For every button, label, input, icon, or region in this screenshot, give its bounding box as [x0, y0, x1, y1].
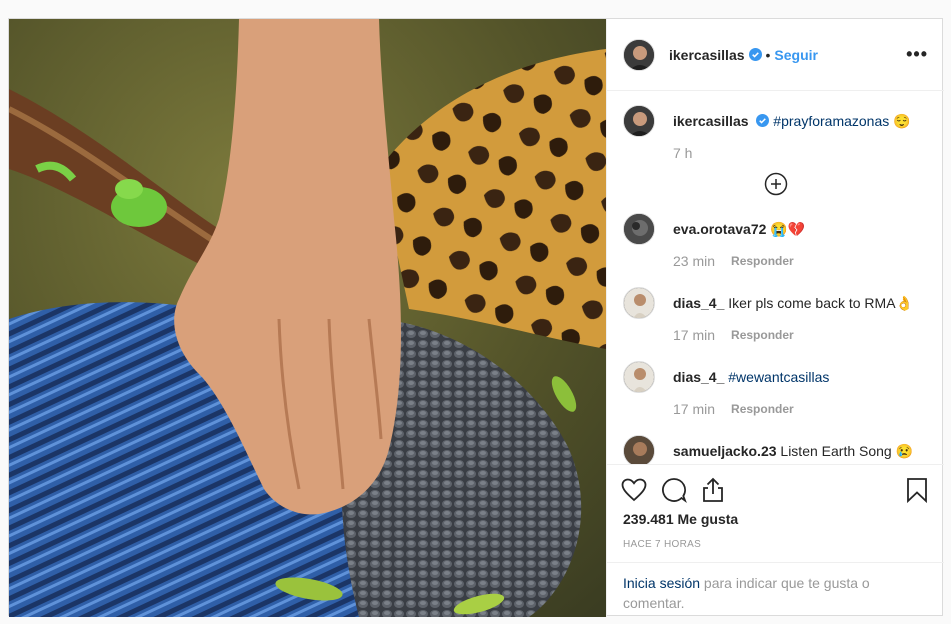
caption-meta: 7 h [673, 144, 928, 162]
comment-meta: 17 min Responder [673, 326, 928, 344]
comment-meta: 23 min Responder [673, 252, 928, 270]
bookmark-icon[interactable] [906, 477, 928, 503]
load-more-comments[interactable] [623, 172, 928, 196]
user-avatar-icon [624, 288, 654, 318]
comment-username[interactable]: samueljacko.23 [673, 443, 777, 459]
comments-list[interactable]: ikercasillas #prayforamazonas 😌 7 h eva.… [607, 91, 944, 464]
action-icons [621, 465, 928, 515]
follow-button[interactable]: Seguir [774, 47, 818, 63]
caption-text[interactable]: #prayforamazonas 😌 [773, 113, 910, 129]
instagram-post: ikercasillas • Seguir ••• ikercasillas #… [8, 18, 944, 617]
plus-circle-icon[interactable] [764, 172, 788, 196]
post-timestamp: HACE 7 HORAS [623, 539, 702, 550]
header-username[interactable]: ikercasillas [669, 47, 745, 63]
comment-text: 😭💔 [770, 221, 806, 237]
comment-meta: 17 min Responder [673, 400, 928, 418]
login-link[interactable]: Inicia sesión [623, 575, 700, 591]
post-actions: 239.481 Me gusta HACE 7 HORAS [607, 464, 944, 550]
reply-button[interactable]: Responder [731, 400, 794, 418]
comment-text: Iker pls come back to RMA👌 [728, 295, 913, 311]
comment-text: Listen Earth Song 😢 [780, 443, 914, 459]
likes-count[interactable]: 239.481 Me gusta [623, 511, 928, 527]
avatar[interactable] [623, 105, 655, 137]
comment-username[interactable]: eva.orotava72 [673, 221, 766, 237]
comment-icon[interactable] [661, 477, 687, 503]
user-avatar-icon [624, 106, 654, 136]
user-avatar-icon [624, 214, 654, 244]
post-header: ikercasillas • Seguir ••• [607, 19, 944, 91]
comment-username[interactable]: dias_4_ [673, 369, 724, 385]
verified-badge-icon [748, 48, 762, 61]
heart-icon[interactable] [621, 478, 647, 502]
comment-item: dias_4_ Iker pls come back to RMA👌 17 mi… [623, 287, 928, 344]
header-separator: • [765, 46, 771, 63]
post-side-panel: ikercasillas • Seguir ••• ikercasillas #… [606, 19, 944, 617]
user-avatar-icon [624, 436, 654, 464]
comment-item: samueljacko.23 Listen Earth Song 😢 [623, 435, 928, 464]
user-avatar-icon [624, 362, 654, 392]
login-prompt: Inicia sesión para indicar que te gusta … [607, 562, 944, 623]
comment-item: dias_4_ #wewantcasillas 17 min Responder [623, 361, 928, 418]
avatar[interactable] [623, 435, 655, 464]
comment-time: 23 min [673, 253, 716, 269]
verified-badge-icon [756, 114, 770, 127]
avatar[interactable] [623, 361, 655, 393]
caption-time: 7 h [673, 145, 693, 161]
caption: ikercasillas #prayforamazonas 😌 7 h [623, 105, 928, 162]
avatar[interactable] [623, 38, 655, 71]
post-illustration [9, 19, 606, 617]
comment-time: 17 min [673, 401, 716, 417]
comment-time: 17 min [673, 327, 716, 343]
user-avatar-icon [624, 39, 654, 70]
avatar[interactable] [623, 213, 655, 245]
comment-item: eva.orotava72 😭💔 23 min Responder [623, 213, 928, 270]
caption-username[interactable]: ikercasillas [673, 113, 749, 129]
avatar[interactable] [623, 287, 655, 319]
more-options-icon[interactable]: ••• [906, 44, 928, 65]
post-photo[interactable] [9, 19, 606, 617]
comment-username[interactable]: dias_4_ [673, 295, 724, 311]
comment-text[interactable]: #wewantcasillas [728, 369, 829, 385]
share-icon[interactable] [701, 477, 725, 503]
reply-button[interactable]: Responder [731, 326, 794, 344]
reply-button[interactable]: Responder [731, 252, 794, 270]
